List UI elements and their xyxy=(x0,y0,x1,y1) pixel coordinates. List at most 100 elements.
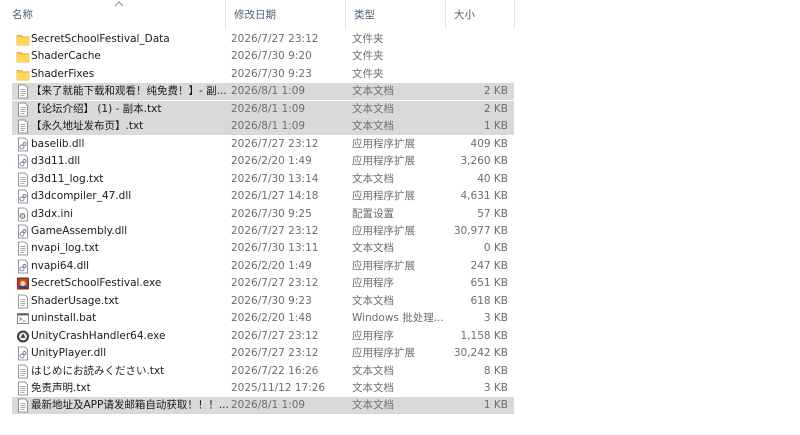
file-name: UnityPlayer.dll xyxy=(31,347,107,360)
file-type: 文本文档 xyxy=(352,242,394,255)
file-row[interactable]: ShaderUsage.txt 2026/7/30 9:23 文本文档 618 KB xyxy=(12,293,514,310)
text-file-icon xyxy=(16,84,30,99)
file-row[interactable]: ShaderCache 2026/7/30 9:20 文件夹 xyxy=(12,48,514,65)
file-row[interactable]: SecretSchoolFestival_Data 2026/7/27 23:12… xyxy=(12,31,514,48)
column-header-type[interactable]: 类型 xyxy=(346,0,444,30)
file-row[interactable]: nvapi64.dll 2026/2/20 1:49 应用程序扩展 247 KB xyxy=(12,258,514,275)
folder-icon xyxy=(16,67,30,82)
file-date: 2026/8/1 1:09 xyxy=(231,120,306,133)
file-date: 2026/2/20 1:48 xyxy=(231,312,312,325)
game-exe-icon xyxy=(16,276,30,291)
file-size: 2 KB xyxy=(483,85,508,98)
file-type: 文件夹 xyxy=(352,67,384,80)
file-date: 2026/7/30 9:25 xyxy=(231,207,312,220)
file-date: 2026/8/1 1:09 xyxy=(231,102,306,115)
file-size: 8 KB xyxy=(483,364,508,377)
text-file-icon xyxy=(16,381,30,396)
file-name: 最新地址及APP请发邮箱自动获取！！！... xyxy=(31,399,229,412)
file-row[interactable]: UnityCrashHandler64.exe 2026/7/27 23:12 应用… xyxy=(12,328,514,345)
file-type: 文本文档 xyxy=(352,364,394,377)
file-date: 2026/7/27 23:12 xyxy=(231,33,319,45)
column-header-size[interactable]: 大小 xyxy=(446,0,514,30)
file-row[interactable]: 【论坛介绍】 (1) - 副本.txt 2026/8/1 1:09 文本文档 2 KB xyxy=(12,100,514,118)
file-type: 文件夹 xyxy=(352,50,384,63)
file-size: 40 KB xyxy=(477,172,508,185)
file-row[interactable]: d3d11.dll 2026/2/20 1:49 应用程序扩展 3,260 KB xyxy=(12,153,514,170)
file-type: 文本文档 xyxy=(352,85,394,98)
file-type: 应用程序扩展 xyxy=(352,347,415,360)
file-row[interactable]: nvapi_log.txt 2026/7/30 13:11 文本文档 0 KB xyxy=(12,240,514,257)
dll-file-icon xyxy=(16,346,30,361)
file-row[interactable]: はじめにお読みください.txt 2026/7/22 16:26 文本文档 8 KB xyxy=(12,363,514,380)
file-date: 2026/7/30 9:23 xyxy=(231,294,312,307)
file-row[interactable]: GameAssembly.dll 2026/7/27 23:12 应用程序扩展 30,… xyxy=(12,223,514,240)
file-name: はじめにお読みください.txt xyxy=(31,364,165,377)
file-name: uninstall.bat xyxy=(31,312,97,325)
file-size: 57 KB xyxy=(477,207,508,220)
file-date: 2026/7/27 23:12 xyxy=(231,137,319,150)
dll-file-icon xyxy=(16,259,30,274)
dll-file-icon xyxy=(16,224,30,239)
column-header: 名称 修改日期 类型 大小 xyxy=(0,0,800,30)
file-row[interactable]: ShaderFixes 2026/7/30 9:23 文件夹 xyxy=(12,66,514,83)
column-divider[interactable] xyxy=(514,0,515,30)
file-name: UnityCrashHandler64.exe xyxy=(31,329,166,342)
file-row[interactable]: 最新地址及APP请发邮箱自动获取！！！... 2026/8/1 1:09 文本文档 1… xyxy=(12,397,514,415)
file-row[interactable]: uninstall.bat 2026/2/20 1:48 Windows 批处理..… xyxy=(12,310,514,327)
file-row[interactable]: d3dx.ini 2026/7/30 9:25 配置设置 57 KB xyxy=(12,206,514,223)
file-type: 文本文档 xyxy=(352,172,394,185)
text-file-icon xyxy=(16,294,30,309)
bat-file-icon xyxy=(16,311,30,326)
file-row[interactable]: 免责声明.txt 2025/11/12 17:26 文本文档 3 KB xyxy=(12,380,514,397)
file-date: 2026/7/30 13:11 xyxy=(231,242,319,255)
file-type: 文件夹 xyxy=(352,33,384,45)
file-type: 应用程序扩展 xyxy=(352,224,415,237)
file-name: d3d11.dll xyxy=(31,155,81,168)
file-date: 2026/8/1 1:09 xyxy=(231,399,306,412)
file-date: 2026/7/22 16:26 xyxy=(231,364,319,377)
file-type: 文本文档 xyxy=(352,294,394,307)
file-name: ShaderCache xyxy=(31,50,101,63)
file-type: 应用程序扩展 xyxy=(352,137,415,150)
text-file-icon xyxy=(16,172,30,187)
file-name: 免责声明.txt xyxy=(31,382,91,394)
file-row[interactable]: d3dcompiler_47.dll 2026/1/27 14:18 应用程序扩展 4… xyxy=(12,188,514,205)
file-name: d3dx.ini xyxy=(31,207,74,220)
file-date: 2026/7/27 23:12 xyxy=(231,224,319,237)
file-size: 30,977 KB xyxy=(453,224,508,237)
column-header-name[interactable]: 名称 xyxy=(4,0,224,30)
file-type: 应用程序扩展 xyxy=(352,190,415,203)
file-name: nvapi64.dll xyxy=(31,259,90,272)
folder-icon xyxy=(16,49,30,64)
file-date: 2026/7/27 23:12 xyxy=(231,329,319,342)
file-name: d3d11_log.txt xyxy=(31,172,104,185)
file-row[interactable]: d3d11_log.txt 2026/7/30 13:14 文本文档 40 KB xyxy=(12,171,514,188)
file-size: 651 KB xyxy=(470,277,508,290)
file-type: 应用程序 xyxy=(352,329,394,342)
file-type: Windows 批处理... xyxy=(352,312,444,325)
file-size: 1 KB xyxy=(483,120,508,133)
file-type: 文本文档 xyxy=(352,399,394,412)
file-row[interactable]: 【永久地址发布页】.txt 2026/8/1 1:09 文本文档 1 KB xyxy=(12,118,514,136)
file-row[interactable]: SecretSchoolFestival.exe 2026/7/27 23:12 应… xyxy=(12,275,514,292)
file-type: 配置设置 xyxy=(352,207,394,220)
file-size: 618 KB xyxy=(470,294,508,307)
file-date: 2026/1/27 14:18 xyxy=(231,190,319,203)
unity-exe-icon xyxy=(16,329,30,344)
file-row[interactable]: baselib.dll 2026/7/27 23:12 应用程序扩展 409 KB xyxy=(12,136,514,153)
file-name: baselib.dll xyxy=(31,137,85,150)
column-header-date[interactable]: 修改日期 xyxy=(226,0,344,30)
file-date: 2026/7/30 9:20 xyxy=(231,50,312,63)
file-name: nvapi_log.txt xyxy=(31,242,99,255)
file-type: 应用程序扩展 xyxy=(352,259,415,272)
file-name: SecretSchoolFestival.exe xyxy=(31,277,162,290)
file-type: 文本文档 xyxy=(352,102,394,115)
file-size: 3 KB xyxy=(483,312,508,325)
file-row[interactable]: 【来了就能下载和观看！纯免费！】- 副... 2026/8/1 1:09 文本文档 2… xyxy=(12,83,514,101)
text-file-icon xyxy=(16,119,30,134)
file-type: 应用程序扩展 xyxy=(352,155,415,168)
file-size: 3,260 KB xyxy=(460,155,509,168)
file-size: 247 KB xyxy=(470,259,508,272)
file-size: 1,158 KB xyxy=(460,329,509,342)
file-row[interactable]: UnityPlayer.dll 2026/7/27 23:12 应用程序扩展 30,2… xyxy=(12,345,514,362)
